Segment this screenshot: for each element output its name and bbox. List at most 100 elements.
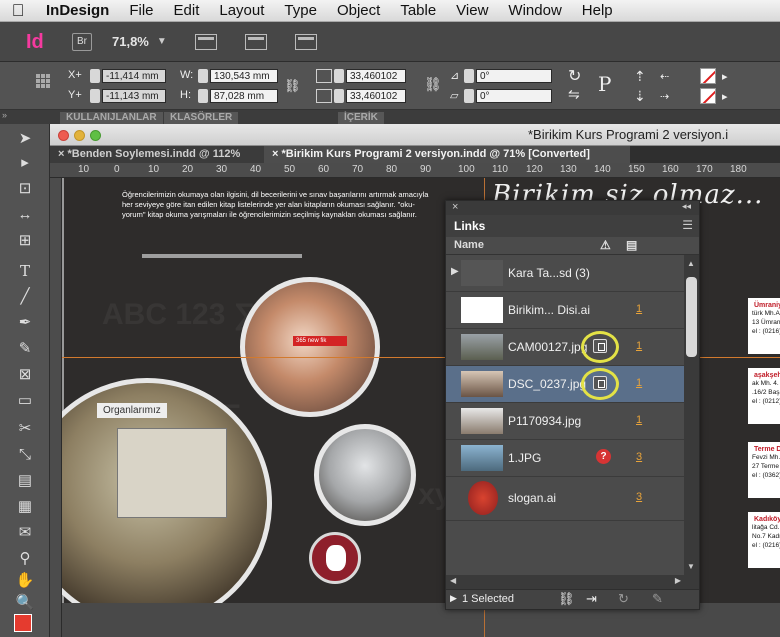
- link-page-number[interactable]: 3: [636, 491, 642, 503]
- menu-type[interactable]: Type: [274, 2, 327, 19]
- show-info-triangle-icon[interactable]: ▶: [450, 593, 457, 604]
- zoom-window-button[interactable]: [90, 130, 101, 141]
- intro-paragraph[interactable]: Öğrencilerimizin okumaya olan ilgisini, …: [122, 190, 432, 220]
- shear-stepper[interactable]: [464, 89, 474, 103]
- x-stepper[interactable]: [90, 69, 100, 83]
- relink-icon[interactable]: ⛓: [558, 591, 575, 607]
- y-stepper[interactable]: [90, 89, 100, 103]
- free-transform-tool-icon[interactable]: ⤡: [14, 444, 36, 466]
- eyedropper-tool-icon[interactable]: ⚲: [14, 548, 36, 570]
- menu-help[interactable]: Help: [572, 2, 623, 19]
- close-panel-icon[interactable]: ×: [452, 201, 458, 213]
- link-page-number[interactable]: 1: [636, 340, 642, 352]
- height-field[interactable]: 87,028 mm: [210, 89, 278, 103]
- close-tab-icon[interactable]: ×: [272, 148, 278, 160]
- link-page-number[interactable]: 1: [636, 377, 642, 389]
- menu-view[interactable]: View: [446, 2, 498, 19]
- content-collector-icon[interactable]: ⊞: [14, 230, 36, 252]
- tab-benden-soylemesi[interactable]: × *Benden Soylemesi.indd @ 112%: [50, 146, 264, 163]
- menu-window[interactable]: Window: [498, 2, 571, 19]
- rectangle-tool-icon[interactable]: ▭: [14, 390, 36, 412]
- list-item[interactable]: CAM00127.jpg 1: [446, 329, 684, 366]
- link-scale-icon[interactable]: ⛓: [424, 76, 442, 93]
- rectangle-frame-tool-icon[interactable]: ⊠: [14, 364, 36, 386]
- line-tool-icon[interactable]: ╱: [14, 286, 36, 308]
- scrollbar-thumb[interactable]: [686, 277, 697, 357]
- pen-tool-icon[interactable]: ✒: [14, 312, 36, 334]
- scale-x-stepper[interactable]: [334, 69, 344, 83]
- select-next-icon[interactable]: ⇢: [660, 90, 669, 103]
- page-column-icon[interactable]: ▤: [626, 238, 637, 252]
- scale-y-stepper[interactable]: [334, 89, 344, 103]
- reference-point-icon[interactable]: [36, 74, 50, 88]
- y-position-field[interactable]: -11,143 mm: [102, 89, 166, 103]
- go-to-link-icon[interactable]: ⇥: [586, 591, 597, 607]
- menu-layout[interactable]: Layout: [209, 2, 274, 19]
- fill-menu-chevron-icon[interactable]: ▸: [722, 70, 728, 83]
- tab-birikim-kurs-programi[interactable]: × *Birikim Kurs Programi 2 versiyon.indd…: [264, 146, 630, 163]
- flip-horizontal-icon[interactable]: ⇋: [568, 86, 580, 103]
- arrange-documents-icon[interactable]: [294, 33, 317, 50]
- direct-selection-tool-icon[interactable]: ▸: [14, 152, 36, 174]
- tab-klasorler[interactable]: KLASÖRLER: [164, 112, 239, 124]
- bridge-button[interactable]: Br: [72, 32, 92, 51]
- teacher-photo-circle[interactable]: [314, 424, 416, 526]
- column-name[interactable]: Name: [454, 239, 484, 251]
- gradient-swatch-tool-icon[interactable]: ▤: [14, 470, 36, 492]
- selection-tool-icon[interactable]: ➤: [14, 128, 36, 150]
- link-page-number[interactable]: 1: [636, 303, 642, 315]
- select-container-icon[interactable]: ⇡: [634, 68, 646, 85]
- expand-triangle-icon[interactable]: ▶: [451, 266, 459, 277]
- collapse-panels-icon[interactable]: »: [2, 110, 7, 120]
- list-item[interactable]: 1.JPG ? 3: [446, 440, 684, 477]
- close-tab-icon[interactable]: ×: [58, 148, 64, 160]
- menu-indesign[interactable]: InDesign: [36, 2, 119, 19]
- panel-menu-icon[interactable]: ☰: [682, 218, 693, 232]
- scroll-left-icon[interactable]: ◀: [450, 576, 456, 585]
- list-item[interactable]: slogan.ai 3: [446, 477, 684, 521]
- link-page-number[interactable]: 1: [636, 414, 642, 426]
- close-window-button[interactable]: [58, 130, 69, 141]
- scroll-up-icon[interactable]: ▲: [687, 259, 695, 268]
- minimize-window-button[interactable]: [74, 130, 85, 141]
- vertical-scrollbar[interactable]: ▲ ▼: [684, 255, 699, 575]
- menu-edit[interactable]: Edit: [164, 2, 210, 19]
- constrain-proportions-icon[interactable]: ⛓: [284, 78, 301, 94]
- stroke-none-icon[interactable]: [700, 88, 716, 104]
- link-page-number[interactable]: 3: [636, 451, 642, 463]
- status-warning-icon[interactable]: ⚠: [600, 238, 611, 252]
- hand-tool-icon[interactable]: ✋: [14, 570, 36, 592]
- list-item[interactable]: Birikim... Disi.ai 1: [446, 292, 684, 329]
- scale-y-field[interactable]: 33,460102: [346, 89, 406, 103]
- fill-none-icon[interactable]: [700, 68, 716, 84]
- rotate-stepper[interactable]: [464, 69, 474, 83]
- pencil-tool-icon[interactable]: ✎: [14, 338, 36, 360]
- stroke-menu-chevron-icon[interactable]: ▸: [722, 90, 728, 103]
- links-tab[interactable]: Links ☰: [446, 215, 699, 237]
- type-tool-icon[interactable]: T: [14, 260, 36, 282]
- apple-icon[interactable]: : [0, 1, 36, 21]
- view-options-icon[interactable]: [194, 33, 217, 50]
- students-photo-circle[interactable]: 365 new fik: [240, 277, 380, 417]
- birikim-logo[interactable]: [309, 532, 361, 584]
- shear-angle-field[interactable]: 0°: [476, 89, 552, 103]
- screen-mode-icon[interactable]: [244, 33, 267, 50]
- width-field[interactable]: 130,543 mm: [210, 69, 278, 83]
- scroll-down-icon[interactable]: ▼: [687, 562, 695, 571]
- menu-file[interactable]: File: [119, 2, 163, 19]
- select-content-icon[interactable]: ⇣: [634, 88, 646, 105]
- x-position-field[interactable]: -11,414 mm: [102, 69, 166, 83]
- gap-tool-icon[interactable]: ↔: [14, 204, 36, 226]
- collapse-panel-icon[interactable]: ◂◂: [682, 201, 691, 212]
- missing-link-icon[interactable]: ?: [596, 449, 611, 464]
- list-item[interactable]: P1170934.jpg 1: [446, 403, 684, 440]
- menu-table[interactable]: Table: [390, 2, 446, 19]
- zoom-level-select[interactable]: 71,8%: [112, 34, 149, 49]
- scroll-right-icon[interactable]: ▶: [675, 576, 681, 585]
- tab-icerik[interactable]: İÇERİK: [338, 112, 384, 124]
- update-link-icon[interactable]: ↻: [618, 591, 629, 607]
- note-tool-icon[interactable]: ✉: [14, 522, 36, 544]
- h-stepper[interactable]: [198, 89, 208, 103]
- fill-stroke-swatch-icon[interactable]: [14, 614, 32, 632]
- tab-kullanijlanlar[interactable]: KULLANIJLANLAR: [60, 112, 163, 124]
